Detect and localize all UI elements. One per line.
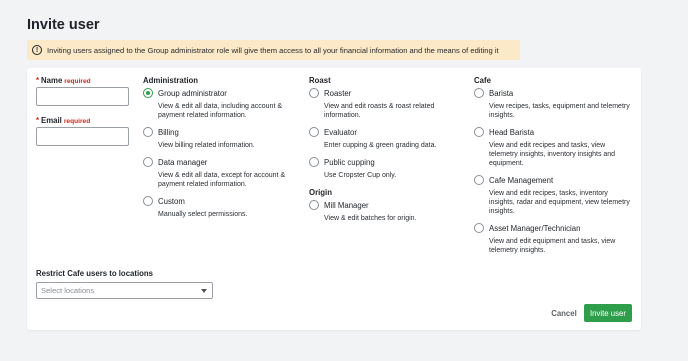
radio-label: Cafe Management — [489, 175, 554, 185]
radio-unchecked[interactable] — [474, 223, 484, 233]
roast-title: Roast — [309, 76, 331, 85]
radio-evaluator[interactable]: Evaluator — [309, 127, 357, 137]
invite-user-button[interactable]: Invite user — [584, 304, 632, 322]
radio-unchecked[interactable] — [474, 175, 484, 185]
radio-custom[interactable]: Custom — [143, 196, 185, 206]
caret-down-icon — [201, 288, 207, 293]
exclamation-circle-icon: ! — [32, 45, 42, 55]
radio-label: Public cupping — [324, 157, 375, 167]
radio-unchecked[interactable] — [309, 157, 319, 167]
radio-label: Custom — [158, 196, 185, 206]
radio-data-manager[interactable]: Data manager — [143, 157, 207, 167]
radio-unchecked[interactable] — [309, 200, 319, 210]
radio-label: Evaluator — [324, 127, 357, 137]
radio-label: Head Barista — [489, 127, 535, 137]
radio-unchecked[interactable] — [474, 88, 484, 98]
email-field[interactable] — [36, 127, 129, 146]
radio-unchecked[interactable] — [143, 196, 153, 206]
origin-title: Origin — [309, 188, 332, 197]
option-description: View and edit equipment and tasks, view … — [489, 238, 616, 254]
radio-label: Group administrator — [158, 88, 227, 98]
radio-checked[interactable] — [143, 88, 153, 98]
option-description: View & edit batches for origin. — [324, 215, 417, 222]
required-star: * — [36, 116, 40, 125]
radio-barista[interactable]: Barista — [474, 88, 513, 98]
name-field[interactable] — [36, 87, 129, 106]
required-tag: required — [63, 118, 91, 125]
radio-label: Mill Manager — [324, 200, 369, 210]
administration-title: Administration — [143, 76, 199, 85]
radio-unchecked[interactable] — [143, 127, 153, 137]
radio-unchecked[interactable] — [143, 157, 153, 167]
radio-label: Asset Manager/Technician — [489, 223, 581, 233]
warning-text: Inviting users assigned to the Group adm… — [47, 45, 499, 55]
option-description: Enter cupping & green grading data. — [324, 142, 437, 149]
option-description: View & edit all data, including account … — [158, 103, 283, 119]
name-label: * Name required — [36, 76, 91, 85]
radio-label: Roaster — [324, 88, 352, 98]
option-description: View & edit all data, except for account… — [158, 172, 286, 188]
email-label-text: Email — [41, 116, 62, 125]
restrict-locations-label: Restrict Cafe users to locations — [36, 269, 153, 278]
radio-label: Barista — [489, 88, 514, 98]
select-placeholder: Select locations — [41, 286, 95, 295]
radio-asset-manager[interactable]: Asset Manager/Technician — [474, 223, 580, 233]
locations-select[interactable]: Select locations — [36, 282, 213, 299]
option-description: View and edit recipes, tasks, inventory … — [489, 190, 630, 215]
radio-mill-manager[interactable]: Mill Manager — [309, 200, 369, 210]
radio-unchecked[interactable] — [309, 127, 319, 137]
option-description: Manually select permissions. — [158, 211, 248, 218]
radio-unchecked[interactable] — [309, 88, 319, 98]
radio-unchecked[interactable] — [474, 127, 484, 137]
cafe-title: Cafe — [474, 76, 491, 85]
radio-public-cupping[interactable]: Public cupping — [309, 157, 375, 167]
page-title: Invite user — [27, 17, 100, 33]
option-description: View and edit recipes and tasks, view te… — [489, 142, 616, 167]
name-label-text: Name — [41, 76, 63, 85]
radio-label: Billing — [158, 127, 179, 137]
option-description: View billing related information. — [158, 142, 255, 149]
radio-label: Data manager — [158, 157, 208, 167]
option-description: View and edit roasts & roast related inf… — [324, 103, 435, 119]
radio-roaster[interactable]: Roaster — [309, 88, 351, 98]
required-star: * — [36, 76, 40, 85]
required-tag: required — [64, 78, 91, 85]
option-description: View recipes, tasks, equipment and telem… — [489, 103, 630, 119]
option-description: Use Cropster Cup only. — [324, 172, 397, 179]
cancel-button[interactable]: Cancel — [546, 305, 582, 321]
radio-group-administrator[interactable]: Group administrator — [143, 88, 227, 98]
warning-banner: ! Inviting users assigned to the Group a… — [27, 40, 520, 60]
radio-cafe-management[interactable]: Cafe Management — [474, 175, 553, 185]
radio-billing[interactable]: Billing — [143, 127, 179, 137]
email-label: * Email required — [36, 116, 90, 125]
radio-head-barista[interactable]: Head Barista — [474, 127, 534, 137]
